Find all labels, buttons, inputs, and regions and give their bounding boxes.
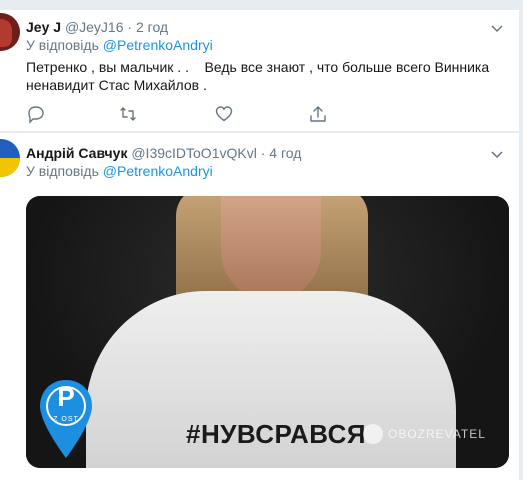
retweet-icon[interactable] [118, 104, 138, 124]
reply-icon[interactable] [26, 104, 46, 124]
tweet-header: Jey J @JeyJ16 · 2 год [26, 18, 505, 36]
separator: · [260, 145, 266, 161]
tweet-text: Петренко , вы мальчик . . Ведь все знают… [26, 59, 494, 93]
avatar[interactable] [0, 13, 20, 51]
shirt-hashtag: #НУВСРАВСЯ [186, 419, 367, 449]
reply-prefix: У відповідь [26, 37, 99, 53]
tweet-header: Андрій Савчук @I39cIDToO1vQKvl · 4 год [26, 144, 505, 162]
pin-subtext: Z OST [53, 416, 79, 423]
separator: · [127, 19, 133, 35]
like-icon[interactable] [214, 104, 234, 124]
chevron-down-icon[interactable] [489, 20, 505, 36]
pin-letter: P [57, 382, 75, 412]
timestamp[interactable]: 2 год [136, 19, 168, 35]
face [221, 196, 321, 301]
reply-context: У відповідь @PetrenkoAndryi [26, 36, 505, 54]
reply-prefix: У відповідь [26, 163, 99, 179]
user-handle[interactable]: @I39cIDToO1vQKvl [131, 145, 256, 161]
chevron-down-icon[interactable] [489, 146, 505, 162]
user-handle[interactable]: @JeyJ16 [65, 19, 124, 35]
tweet[interactable]: Андрій Савчук @I39cIDToO1vQKvl · 4 год У… [0, 133, 519, 480]
share-icon[interactable] [308, 104, 328, 124]
tweet-image[interactable]: #НУВСРАВСЯ OBOZREVATEL P Z OST [26, 196, 509, 468]
reply-to-link[interactable]: @PetrenkoAndryi [103, 163, 213, 179]
watermark-text: OBOZREVATEL [388, 427, 486, 441]
avatar[interactable] [0, 139, 20, 177]
tweet-actions [26, 104, 346, 124]
tweet[interactable]: Jey J @JeyJ16 · 2 год У відповідь @Petre… [0, 10, 519, 132]
user-name[interactable]: Андрій Савчук [26, 145, 127, 161]
watermark-logo-icon [363, 424, 383, 444]
reply-context: У відповідь @PetrenkoAndryi [26, 162, 505, 180]
timestamp[interactable]: 4 год [269, 145, 301, 161]
watermark: OBOZREVATEL [363, 423, 486, 445]
user-name[interactable]: Jey J [26, 19, 61, 35]
reply-to-link[interactable]: @PetrenkoAndryi [103, 37, 213, 53]
